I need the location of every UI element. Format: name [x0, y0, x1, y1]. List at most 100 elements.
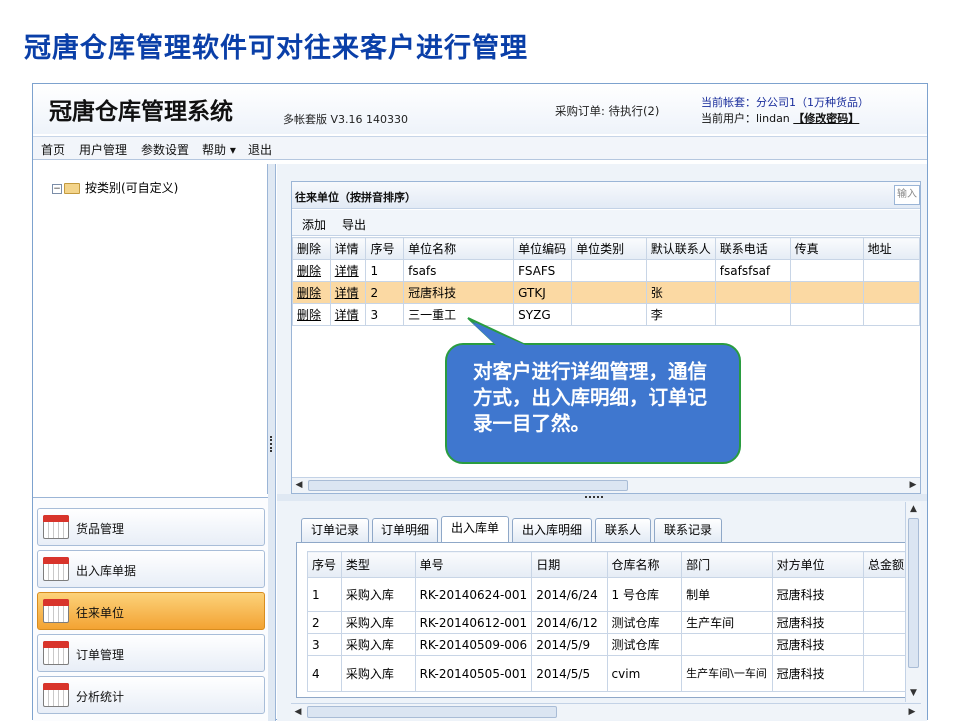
- table-row[interactable]: 2 采购入库 RK-20140612-001 2014/6/12 测试仓库 生产…: [307, 611, 910, 634]
- nav-item-label: 货品管理: [76, 522, 125, 536]
- account-label[interactable]: 当前帐套：分公司1（1万种货品）: [701, 95, 869, 111]
- table-row[interactable]: 删除 详情 2 冠唐科技 GTKJ 张: [292, 281, 921, 304]
- order-status-link[interactable]: 采购订单: 待执行(2): [555, 103, 659, 119]
- nav-item-analytics[interactable]: 分析统计: [37, 676, 265, 714]
- scroll-left-icon[interactable]: ◀: [291, 705, 305, 719]
- add-button[interactable]: 添加: [302, 216, 326, 233]
- phone: fsafsfsaf: [714, 259, 791, 282]
- grip-icon: [585, 496, 603, 498]
- table-header-row: 序号 类型 单号 日期 仓库名称 部门 对方单位 总金额: [307, 551, 910, 578]
- export-button[interactable]: 导出: [342, 216, 366, 233]
- column-header[interactable]: 序号: [365, 237, 405, 260]
- scroll-left-icon[interactable]: ◀: [292, 479, 306, 492]
- column-header[interactable]: 总金额: [862, 551, 910, 578]
- column-header[interactable]: 序号: [307, 551, 342, 578]
- scroll-down-icon[interactable]: ▼: [907, 686, 920, 700]
- department: 生产车间: [681, 611, 773, 634]
- nav-item-orders[interactable]: 订单管理: [37, 634, 265, 672]
- column-header[interactable]: 单位编码: [513, 237, 573, 260]
- column-header[interactable]: 对方单位: [771, 551, 864, 578]
- column-header[interactable]: 部门: [681, 551, 773, 578]
- table-header-row: 删除 详情 序号 单位名称 单位编码 单位类别 默认联系人 联系电话 传真 地址: [292, 237, 921, 260]
- grid-title-bar: 往来单位（按拼音排序） 输入: [292, 182, 920, 209]
- detail-link[interactable]: 详情: [329, 281, 367, 304]
- column-header[interactable]: 单位名称: [403, 237, 515, 260]
- detail-link[interactable]: 详情: [329, 303, 367, 326]
- horizontal-scrollbar[interactable]: ◀ ▶: [291, 703, 921, 720]
- menu-home[interactable]: 首页: [41, 141, 65, 158]
- scroll-thumb[interactable]: [307, 706, 557, 718]
- scroll-thumb[interactable]: [908, 518, 919, 668]
- doc-number: RK-20140509-006: [414, 633, 533, 656]
- tab-contacts[interactable]: 联系人: [595, 518, 651, 542]
- doc-date: 2014/5/9: [531, 633, 608, 656]
- delete-link[interactable]: 删除: [292, 259, 331, 282]
- address: [862, 259, 921, 282]
- column-header[interactable]: 类型: [340, 551, 416, 578]
- nav-item-goods[interactable]: 货品管理: [37, 508, 265, 546]
- scroll-thumb[interactable]: [308, 480, 628, 491]
- column-header[interactable]: 详情: [329, 237, 367, 260]
- column-header[interactable]: 日期: [531, 551, 608, 578]
- change-password-link[interactable]: 【修改密码】: [793, 112, 859, 125]
- delete-link[interactable]: 删除: [292, 303, 331, 326]
- stock-documents-table: 序号 类型 单号 日期 仓库名称 部门 对方单位 总金额 1 采购入库 RK-2…: [307, 551, 910, 692]
- horizontal-scrollbar[interactable]: ◀ ▶: [292, 477, 920, 493]
- column-header[interactable]: 单号: [414, 551, 533, 578]
- app-header: 冠唐仓库管理系统 多帐套版 V3.16 140330 采购订单: 待执行(2) …: [33, 84, 927, 134]
- scroll-up-icon[interactable]: ▲: [907, 502, 920, 516]
- default-contact: [645, 259, 716, 282]
- menu-user-management[interactable]: 用户管理: [79, 141, 127, 158]
- tab-order-records[interactable]: 订单记录: [301, 518, 369, 542]
- unit-category: [571, 259, 647, 282]
- detail-link[interactable]: 详情: [329, 259, 367, 282]
- grid-title: 往来单位（按拼音排序）: [295, 191, 416, 204]
- user-label: 当前用户：lindan: [701, 112, 790, 125]
- tree-root[interactable]: − 按类别(可自定义): [52, 179, 178, 196]
- department: 制单: [681, 577, 773, 612]
- module-nav: 货品管理 出入库单据 往来单位 订单管理 分析统计: [33, 497, 268, 721]
- vertical-scrollbar[interactable]: ▲ ▼: [905, 502, 921, 702]
- scroll-right-icon[interactable]: ▶: [905, 705, 919, 719]
- collapse-icon[interactable]: −: [52, 183, 62, 194]
- menu-help[interactable]: 帮助 ▾: [202, 141, 236, 158]
- row-number: 1: [307, 577, 342, 612]
- folder-icon: [64, 183, 80, 194]
- tab-order-details[interactable]: 订单明细: [372, 518, 438, 542]
- department: 生产车间\一车间: [681, 655, 773, 692]
- partners-table: 删除 详情 序号 单位名称 单位编码 单位类别 默认联系人 联系电话 传真 地址: [292, 237, 921, 326]
- column-header[interactable]: 联系电话: [714, 237, 791, 260]
- row-number: 2: [365, 281, 405, 304]
- tab-stock-details[interactable]: 出入库明细: [512, 518, 592, 542]
- horizontal-splitter[interactable]: [277, 494, 927, 501]
- tab-stock-documents[interactable]: 出入库单: [441, 516, 509, 542]
- row-number: 4: [307, 655, 342, 692]
- row-number: 3: [365, 303, 405, 326]
- table-row[interactable]: 1 采购入库 RK-20140624-001 2014/6/24 1 号仓库 制…: [307, 577, 910, 612]
- column-header[interactable]: 仓库名称: [606, 551, 683, 578]
- vertical-splitter[interactable]: [268, 164, 276, 721]
- tab-contact-records[interactable]: 联系记录: [654, 518, 722, 542]
- doc-date: 2014/6/12: [531, 611, 608, 634]
- menu-parameter-settings[interactable]: 参数设置: [141, 141, 189, 158]
- unit-category: [571, 281, 647, 304]
- column-header[interactable]: 地址: [862, 237, 921, 260]
- delete-link[interactable]: 删除: [292, 281, 331, 304]
- nav-item-stock-documents[interactable]: 出入库单据: [37, 550, 265, 588]
- column-header[interactable]: 单位类别: [571, 237, 647, 260]
- fax: [789, 281, 864, 304]
- column-header[interactable]: 默认联系人: [645, 237, 716, 260]
- counterparty: 冠唐科技: [771, 577, 864, 612]
- column-header[interactable]: 传真: [789, 237, 864, 260]
- table-row[interactable]: 删除 详情 1 fsafs FSAFS fsafsfsaf: [292, 259, 921, 282]
- unit-name: fsafs: [403, 259, 515, 282]
- scroll-right-icon[interactable]: ▶: [906, 479, 920, 492]
- table-row[interactable]: 3 采购入库 RK-20140509-006 2014/5/9 测试仓库 冠唐科…: [307, 633, 910, 656]
- table-row[interactable]: 4 采购入库 RK-20140505-001 2014/5/5 cvim 生产车…: [307, 655, 910, 692]
- search-input[interactable]: 输入: [894, 185, 920, 205]
- nav-item-partners[interactable]: 往来单位: [37, 592, 265, 630]
- column-header[interactable]: 删除: [292, 237, 331, 260]
- unit-name: 冠唐科技: [403, 281, 515, 304]
- row-number: 1: [365, 259, 405, 282]
- menu-exit[interactable]: 退出: [248, 141, 272, 158]
